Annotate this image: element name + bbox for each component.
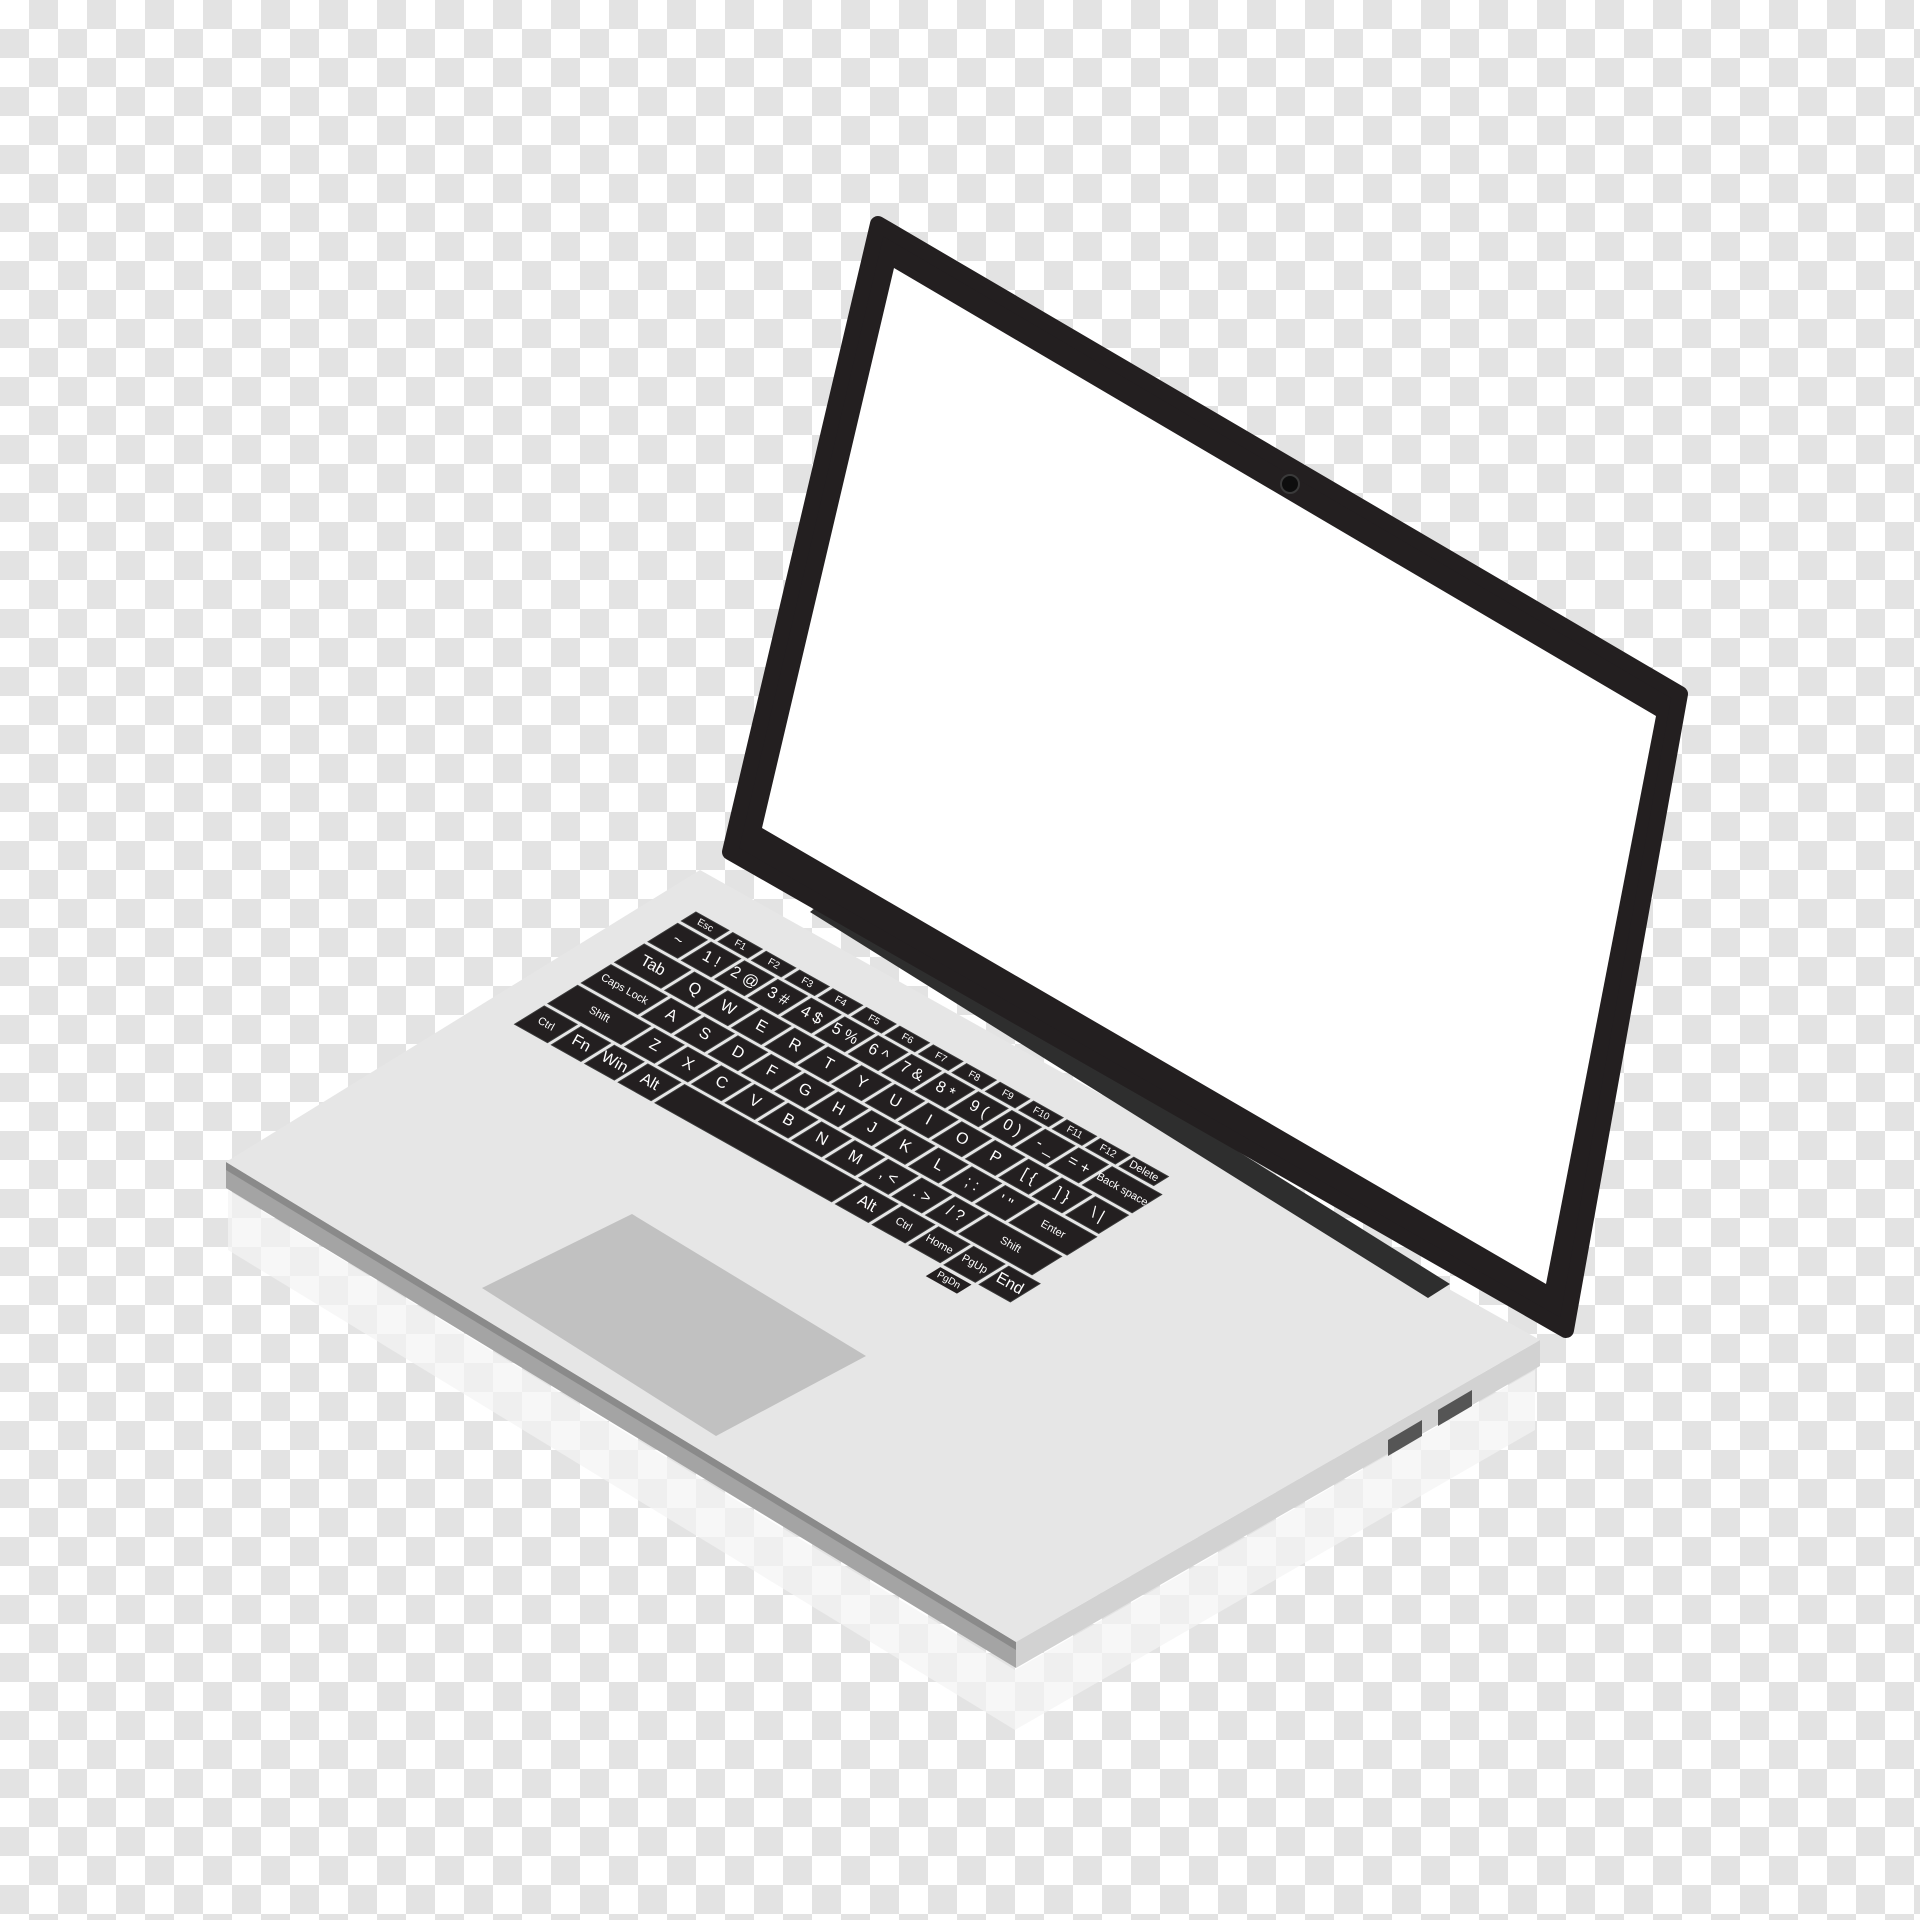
- webcam-icon: [1280, 474, 1300, 494]
- laptop-illustration: EscF1F2F3F4F5F6F7F8F9F10F11F12Delete~1 !…: [226, 216, 1688, 1730]
